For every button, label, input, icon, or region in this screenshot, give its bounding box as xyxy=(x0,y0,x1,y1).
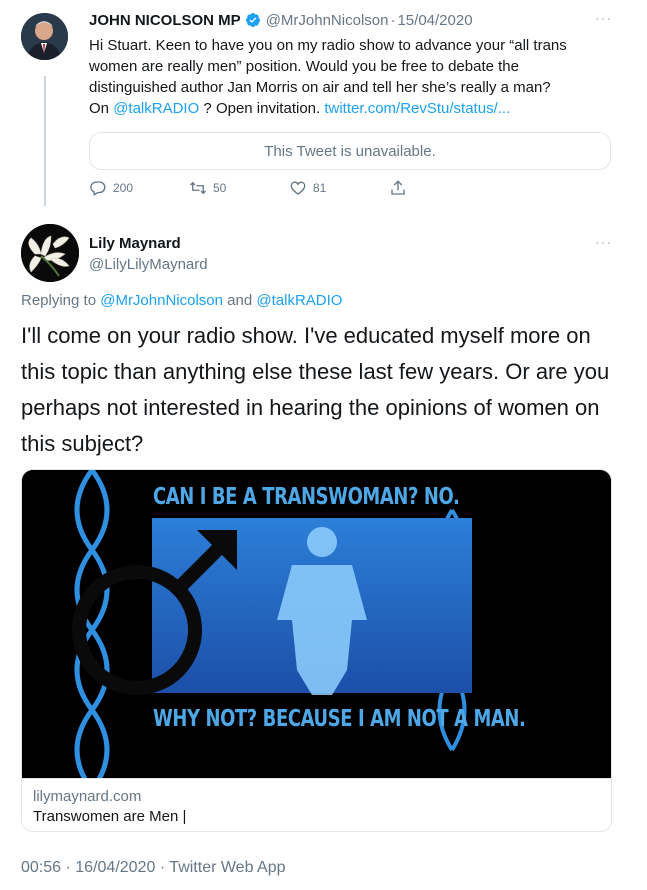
share-icon xyxy=(391,180,405,195)
body-text: On xyxy=(89,100,114,117)
author-handle[interactable]: @LilyLilyMaynard xyxy=(89,256,208,273)
tweet2-body-line: this subject? xyxy=(21,431,144,456)
tweet2-body-line: perhaps not interested in hearing the op… xyxy=(21,395,600,420)
link-domain: lilymaynard.com xyxy=(33,788,142,805)
tweet2-body-line: I'll come on your radio show. I've educa… xyxy=(21,323,591,348)
reply-icon xyxy=(90,181,106,196)
quoted-tweet-unavailable: This Tweet is unavailable. xyxy=(89,132,611,170)
link-preview-image: CAN I BE A TRANSWOMAN? NO. WHY NOT? BECA… xyxy=(22,470,611,778)
timestamp-separator: · xyxy=(65,859,71,876)
link-preview-card[interactable]: CAN I BE A TRANSWOMAN? NO. WHY NOT? BECA… xyxy=(21,469,612,832)
tweet1-body-line: distinguished author Jan Morris on air a… xyxy=(89,79,551,96)
timestamp-separator: · xyxy=(159,859,166,876)
status-url-link[interactable]: twitter.com/RevStu/status/... xyxy=(324,100,510,117)
heart-icon xyxy=(290,181,306,195)
tweet-source[interactable]: Twitter Web App xyxy=(169,859,285,876)
image-headline-bottom: WHY NOT? BECAUSE I AM NOT A MAN. xyxy=(153,706,526,732)
author-avatar-john[interactable] xyxy=(21,13,68,60)
tweet1-body: Hi Stuart. Keen to have you on my radio … xyxy=(89,35,619,119)
reply-count: 200 xyxy=(113,181,134,195)
tweet2-timestamp-line: 00:56 · 16/04/2020 · Twitter Web App xyxy=(21,859,286,877)
author-name[interactable]: Lily Maynard xyxy=(89,235,181,252)
more-options-icon[interactable]: ··· xyxy=(595,234,612,250)
link-preview-meta: lilymaynard.com Transwomen are Men | xyxy=(22,778,611,831)
tweet-date[interactable]: 15/04/2020 xyxy=(397,12,472,29)
replying-to-label: Replying to xyxy=(21,292,101,309)
tweet2-body-line: this topic than anything else these last… xyxy=(21,359,610,384)
like-button[interactable]: 81 xyxy=(289,179,326,197)
mention-link[interactable]: @talkRADIO xyxy=(256,292,342,309)
author-avatar-lily[interactable] xyxy=(21,224,79,282)
tweet2-body: I'll come on your radio show. I've educa… xyxy=(21,318,631,462)
avatar-portrait-icon xyxy=(21,13,68,60)
tweet-date[interactable]: 16/04/2020 xyxy=(75,859,155,876)
replying-to-line: Replying to @MrJohnNicolson and @talkRAD… xyxy=(21,292,342,309)
retweet-icon xyxy=(190,181,206,195)
retweet-count: 50 xyxy=(213,181,227,195)
tweet-time[interactable]: 00:56 xyxy=(21,859,61,876)
tweet1-body-line: women are really men” position. Would yo… xyxy=(89,58,519,75)
replying-and: and xyxy=(223,292,257,309)
lily-flower-icon xyxy=(21,224,79,282)
reply-button[interactable]: 200 xyxy=(89,179,133,197)
image-headline-top: CAN I BE A TRANSWOMAN? NO. xyxy=(153,484,460,510)
like-count: 81 xyxy=(313,181,327,195)
retweet-button[interactable]: 50 xyxy=(189,179,226,197)
thread-connector-line xyxy=(44,76,46,206)
mention-link[interactable]: @MrJohnNicolson xyxy=(100,292,223,309)
author-name[interactable]: JOHN NICOLSON MP xyxy=(89,12,241,29)
share-button[interactable] xyxy=(389,179,407,197)
mention-link[interactable]: @talkRADIO xyxy=(113,100,199,117)
body-text: ? Open invitation. xyxy=(199,100,325,117)
author-handle[interactable]: @MrJohnNicolson xyxy=(266,12,389,29)
tweet1-body-last-line: On @talkRADIO ? Open invitation. twitter… xyxy=(89,98,619,119)
header-separator: · xyxy=(390,11,396,29)
more-options-icon[interactable]: ··· xyxy=(595,10,612,26)
tweet1-header: JOHN NICOLSON MP @MrJohnNicolson · 15/04… xyxy=(89,10,473,30)
tweet1-body-line: Hi Stuart. Keen to have you on my radio … xyxy=(89,37,567,54)
verified-badge-icon xyxy=(245,12,261,28)
link-title: Transwomen are Men | xyxy=(33,808,187,825)
